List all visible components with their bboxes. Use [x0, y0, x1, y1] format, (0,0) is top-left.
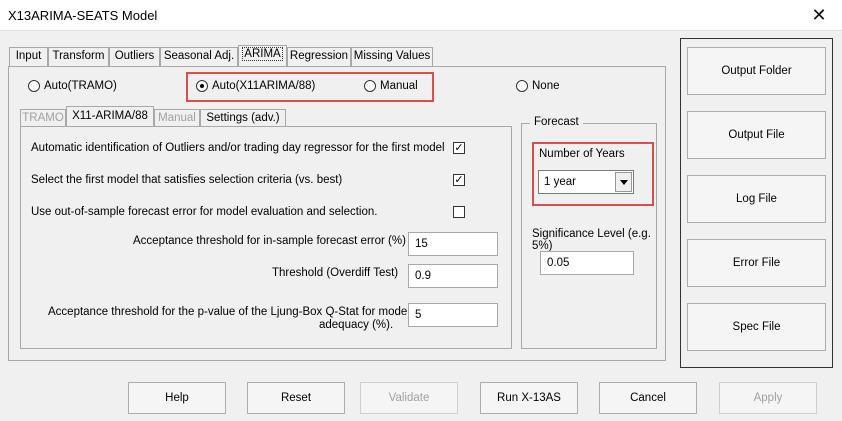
radio-circle [28, 80, 40, 92]
tab-arima[interactable]: ARIMA [238, 45, 287, 67]
check-label-auto-outliers: Automatic identification of Outliers and… [31, 142, 445, 154]
checkbox-first-model[interactable]: ✓ [453, 174, 465, 186]
checkbox-out-of-sample[interactable] [453, 206, 465, 218]
ljungbox-input[interactable]: 5 [408, 303, 498, 327]
insample-error-input[interactable]: 15 [408, 232, 498, 256]
radio-label: Auto(X11ARIMA/88) [212, 80, 316, 92]
field-label-ljungbox-line1: Acceptance threshold for the p-value of … [48, 306, 410, 318]
tab-seasonal-adj[interactable]: Seasonal Adj. [160, 47, 238, 66]
significance-label-line1: Significance Level (e.g. [532, 228, 651, 240]
output-file-button[interactable]: Output File [687, 111, 826, 159]
checkbox-auto-outliers[interactable]: ✓ [453, 142, 465, 154]
radio-label: None [532, 80, 560, 92]
years-select-value: 1 year [544, 176, 576, 188]
tab-missing-values[interactable]: Missing Values [351, 47, 433, 66]
significance-input[interactable]: 0.05 [540, 251, 634, 275]
subtab-manual[interactable]: Manual [154, 109, 200, 127]
years-select[interactable]: 1 year [538, 170, 634, 194]
window-title: X13ARIMA-SEATS Model [8, 8, 158, 23]
output-folder-button[interactable]: Output Folder [687, 47, 826, 95]
tab-regression[interactable]: Regression [287, 47, 351, 66]
check-label-first-model: Select the first model that satisfies se… [31, 174, 343, 186]
radio-circle [516, 80, 528, 92]
field-label-ljungbox-line2: adequacy (%). [319, 319, 394, 331]
check-label-out-of-sample: Use out-of-sample forecast error for mod… [31, 206, 378, 218]
close-icon[interactable]: ✕ [796, 0, 842, 31]
field-label-overdiff: Threshold (Overdiff Test) [272, 267, 399, 279]
radio-circle-selected [196, 80, 208, 92]
radio-label: Manual [380, 80, 418, 92]
subtab-settings-adv[interactable]: Settings (adv.) [200, 109, 286, 127]
forecast-legend: Forecast [530, 116, 583, 128]
log-file-button[interactable]: Log File [687, 175, 826, 223]
spec-file-button[interactable]: Spec File [687, 303, 826, 351]
radio-auto-tramo[interactable]: Auto(TRAMO) [28, 80, 117, 92]
radio-circle [364, 80, 376, 92]
years-label: Number of Years [539, 148, 625, 160]
radio-manual[interactable]: Manual [364, 80, 418, 92]
apply-button[interactable]: Apply [719, 382, 817, 414]
subtab-tramo[interactable]: TRAMO [20, 109, 66, 127]
tab-outliers[interactable]: Outliers [109, 47, 160, 66]
tab-input[interactable]: Input [9, 47, 48, 66]
title-bar: X13ARIMA-SEATS Model ✕ [0, 0, 842, 31]
overdiff-input[interactable]: 0.9 [408, 264, 498, 288]
help-button[interactable]: Help [128, 382, 226, 414]
radio-auto-x11arima88[interactable]: Auto(X11ARIMA/88) [196, 80, 315, 92]
tab-transform[interactable]: Transform [48, 47, 109, 66]
cancel-button[interactable]: Cancel [599, 382, 697, 414]
run-x13as-button[interactable]: Run X-13AS [480, 382, 578, 414]
radio-none[interactable]: None [516, 80, 560, 92]
validate-button[interactable]: Validate [360, 382, 458, 414]
error-file-button[interactable]: Error File [687, 239, 826, 287]
reset-button[interactable]: Reset [247, 382, 345, 414]
subtab-x11arima88[interactable]: X11-ARIMA/88 [66, 106, 154, 127]
radio-label: Auto(TRAMO) [44, 80, 117, 92]
chevron-down-icon[interactable] [615, 172, 632, 192]
field-label-insample-error: Acceptance threshold for in-sample forec… [133, 235, 406, 247]
